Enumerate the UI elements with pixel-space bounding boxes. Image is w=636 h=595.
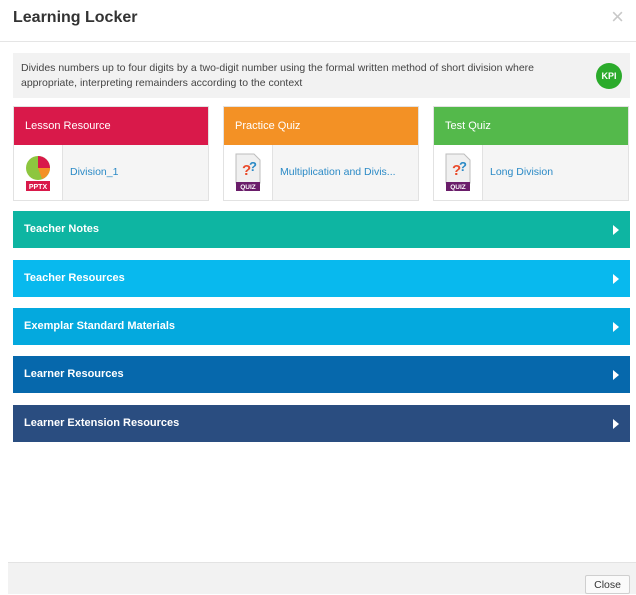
close-icon[interactable]: × — [611, 6, 624, 28]
section-exemplar-standard-materials[interactable]: Exemplar Standard Materials — [13, 308, 630, 345]
arrow-right-icon — [613, 370, 619, 380]
pptx-file-icon[interactable]: PPTX — [14, 145, 63, 200]
modal-footer: Close — [8, 562, 636, 594]
test-quiz-header: Test Quiz — [434, 107, 628, 145]
section-label: Learner Resources — [24, 368, 124, 380]
section-learner-extension-resources[interactable]: Learner Extension Resources — [13, 405, 630, 442]
section-label: Exemplar Standard Materials — [24, 320, 176, 332]
svg-text:?: ? — [459, 159, 467, 174]
modal-title: Learning Locker — [13, 9, 138, 26]
lesson-resource-body: PPTX Division_1 — [14, 145, 208, 200]
svg-text:PPTX: PPTX — [29, 184, 48, 191]
practice-quiz-card: Practice Quiz ? ? QUIZ Multiplication an… — [223, 106, 419, 201]
section-label: Teacher Resources — [24, 272, 125, 284]
quiz-file-icon[interactable]: ? ? QUIZ — [224, 145, 273, 200]
arrow-right-icon — [613, 419, 619, 429]
modal-header: Learning Locker × — [0, 0, 636, 42]
kpi-description: Divides numbers up to four digits by a t… — [21, 62, 534, 89]
test-quiz-link[interactable]: Long Division — [490, 166, 553, 178]
section-learner-resources[interactable]: Learner Resources — [13, 356, 630, 393]
svg-text:QUIZ: QUIZ — [240, 184, 256, 191]
svg-text:QUIZ: QUIZ — [450, 184, 466, 191]
test-quiz-card: Test Quiz ? ? QUIZ Long Division — [433, 106, 629, 201]
arrow-right-icon — [613, 225, 619, 235]
close-button[interactable]: Close — [585, 575, 630, 594]
arrow-right-icon — [613, 322, 619, 332]
kpi-panel: Divides numbers up to four digits by a t… — [13, 53, 630, 98]
practice-quiz-link[interactable]: Multiplication and Divis... — [280, 166, 396, 178]
section-label: Learner Extension Resources — [24, 417, 180, 429]
lesson-resource-link[interactable]: Division_1 — [70, 166, 118, 178]
practice-quiz-body: ? ? QUIZ Multiplication and Divis... — [224, 145, 418, 200]
practice-quiz-header: Practice Quiz — [224, 107, 418, 145]
section-label: Teacher Notes — [24, 223, 99, 235]
svg-text:?: ? — [249, 159, 257, 174]
lesson-resource-header: Lesson Resource — [14, 107, 208, 145]
arrow-right-icon — [613, 274, 619, 284]
quiz-file-icon[interactable]: ? ? QUIZ — [434, 145, 483, 200]
lesson-resource-card: Lesson Resource PPTX Division_1 — [13, 106, 209, 201]
test-quiz-body: ? ? QUIZ Long Division — [434, 145, 628, 200]
section-teacher-notes[interactable]: Teacher Notes — [13, 211, 630, 248]
section-teacher-resources[interactable]: Teacher Resources — [13, 260, 630, 297]
kpi-badge: KPI — [596, 63, 622, 89]
